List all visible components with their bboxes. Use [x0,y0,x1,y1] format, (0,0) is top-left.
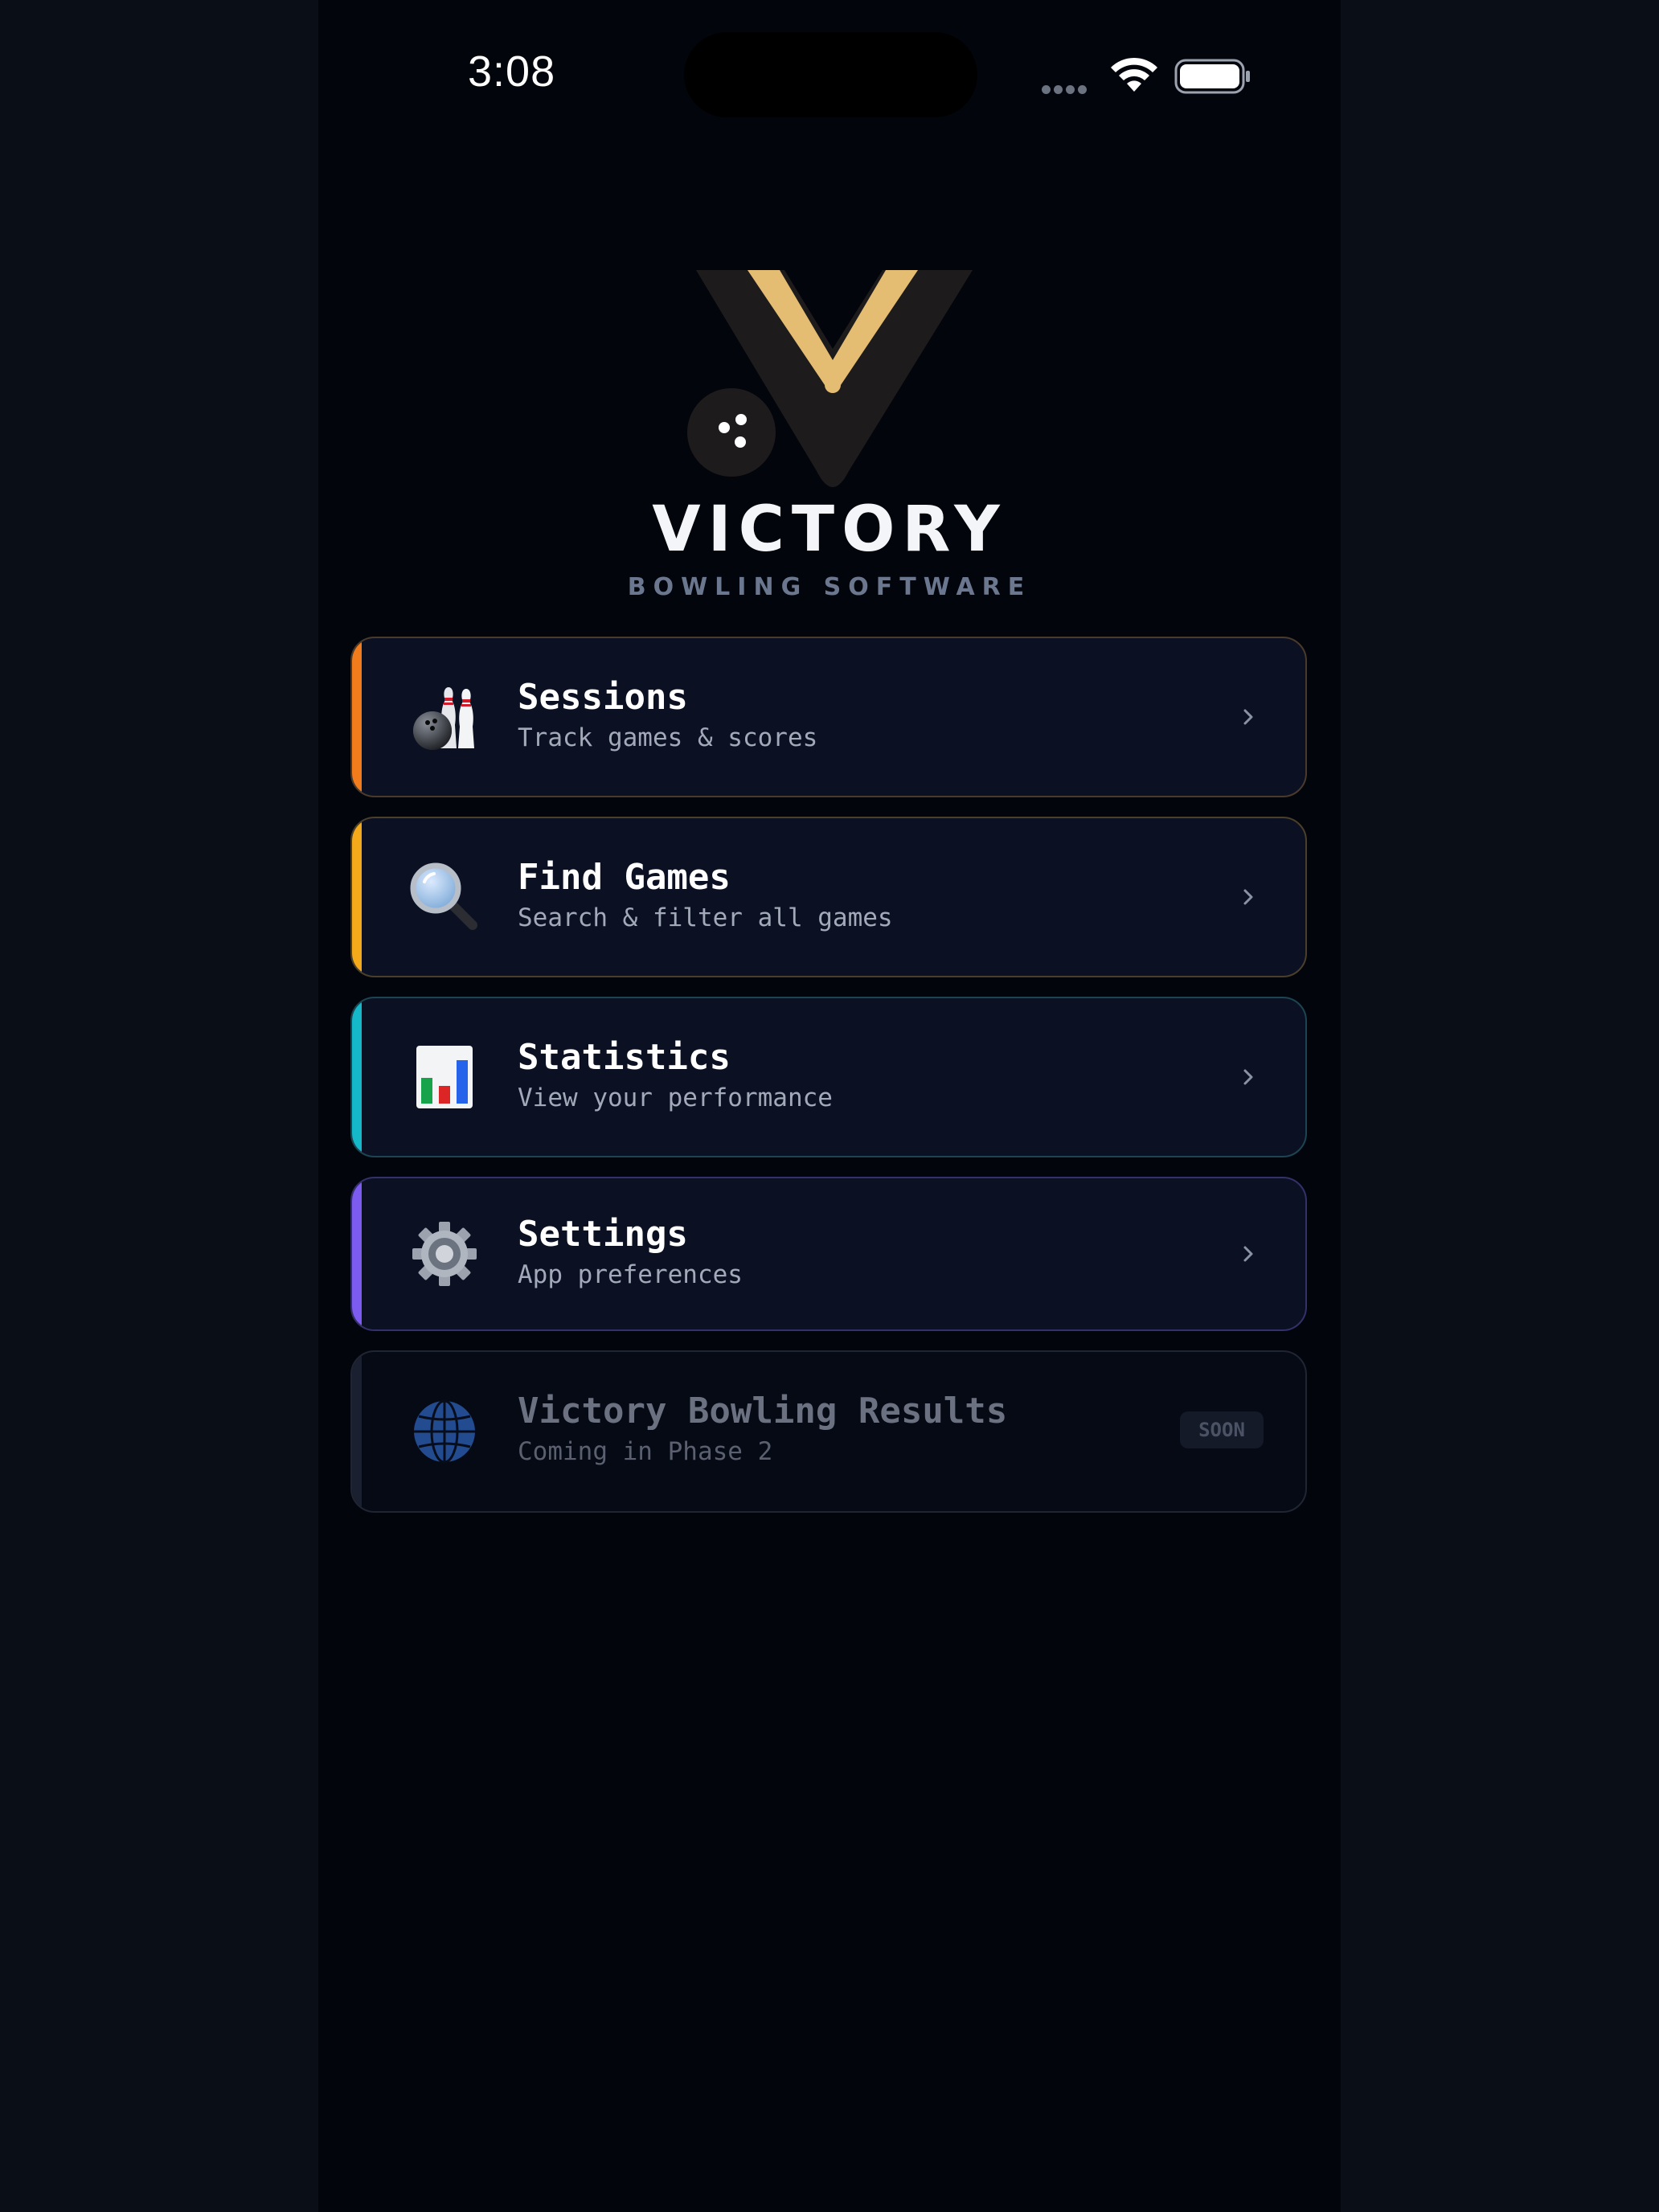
menu-item-sessions[interactable]: Sessions Track games & scores [350,637,1307,797]
accent-bar [352,1178,362,1329]
menu-item-subtitle: Search & filter all games [518,903,893,932]
menu-item-subtitle: Coming in Phase 2 [518,1437,773,1466]
menu-item-title: Find Games [518,857,731,898]
menu-item-title: Sessions [518,677,688,718]
wifi-icon [1111,57,1157,92]
brand-tagline: BOWLING SOFTWARE [627,573,1032,601]
menu-item-title: Statistics [518,1037,731,1078]
menu-item-results: Victory Bowling Results Coming in Phase … [350,1350,1307,1513]
battery-icon [1174,59,1250,94]
menu-item-find-games[interactable]: Find Games Search & filter all games [350,817,1307,977]
globe-icon [414,1399,475,1464]
accent-bar [352,998,362,1156]
menu-item-title: Settings [518,1214,688,1255]
menu-item-subtitle: Track games & scores [518,723,818,752]
chevron-right-icon [1243,709,1253,725]
app-screen: 3:08 VICTORY BOWLING SOFTWARE Sessions T… [318,0,1341,2212]
accent-bar [352,1352,362,1511]
bowling-icon [413,687,474,750]
status-time: 3:08 [468,47,556,96]
menu-item-statistics[interactable]: Statistics View your performance [350,997,1307,1157]
menu-item-subtitle: View your performance [518,1083,833,1112]
menu-item-settings[interactable]: Settings App preferences [350,1177,1307,1331]
accent-bar [352,818,362,976]
dynamic-island [684,32,977,117]
accent-bar [352,638,362,796]
victory-logo-icon [687,270,973,487]
bar-chart-icon [416,1046,473,1108]
soon-badge: SOON [1180,1411,1264,1448]
chevron-right-icon [1243,1246,1253,1262]
cellular-signal-icon [1042,82,1090,97]
menu-item-subtitle: App preferences [518,1260,743,1289]
chevron-right-icon [1243,889,1253,905]
menu-item-title: Victory Bowling Results [518,1391,1008,1432]
chevron-right-icon [1243,1069,1253,1085]
status-indicators [1042,53,1251,98]
gear-icon [412,1222,477,1286]
magnifier-icon [410,862,477,930]
brand-name: VICTORY [652,494,1007,566]
